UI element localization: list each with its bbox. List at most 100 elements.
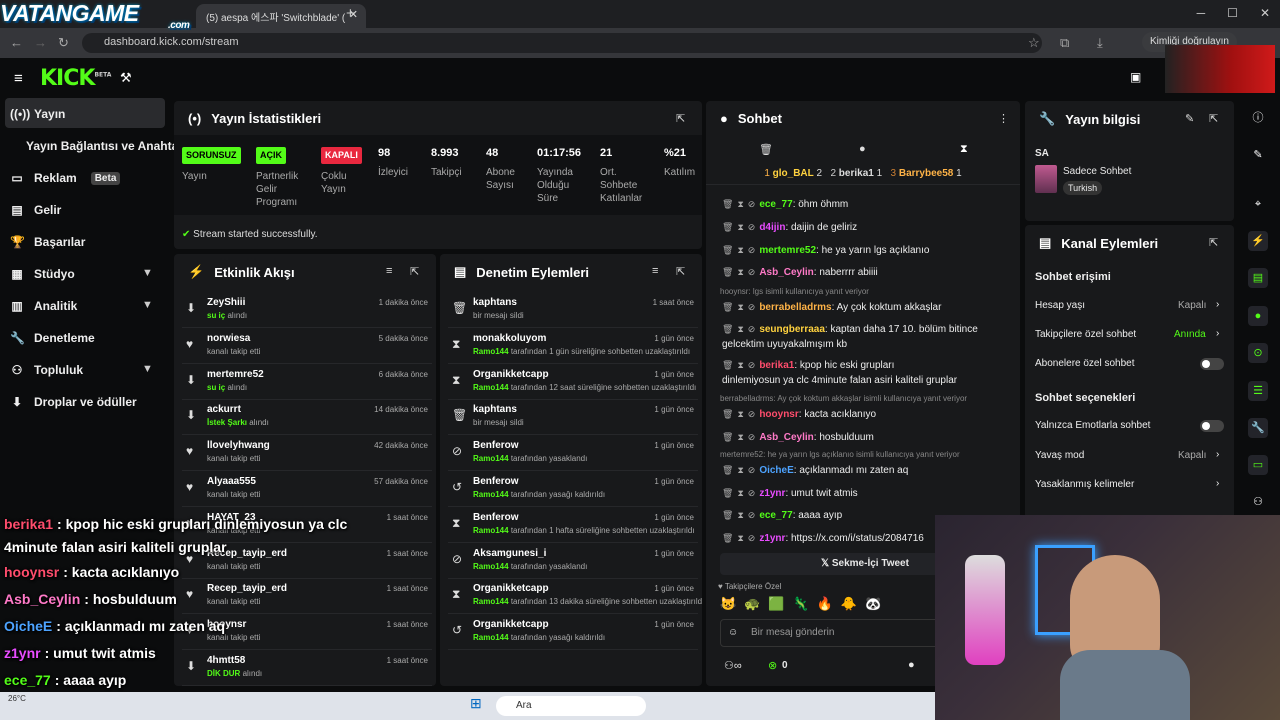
more-icon[interactable]: ⋮ (998, 112, 1009, 125)
delete-message-icon[interactable]: 🗑 (722, 510, 733, 520)
list-item-name[interactable]: ZeyShiii (207, 297, 245, 308)
list-item[interactable]: ⊘ Benferow Ramo144 tarafından yasaklandı… (448, 437, 698, 472)
chat-message[interactable]: 🗑 ⧗ ⊘ OicheE: açıklanmadı mı zaten aq (722, 463, 1012, 478)
list-item-name[interactable]: kaphtans (473, 404, 517, 415)
timeout-icon[interactable]: ⧗ (737, 324, 743, 334)
windows-start-icon[interactable]: ⊞ (470, 695, 482, 712)
ban-icon[interactable]: ⊘ (748, 465, 756, 475)
delete-message-icon[interactable]: 🗑 (722, 302, 733, 312)
taskbar-search[interactable]: Ara (496, 696, 646, 716)
sidebar-item-analitik[interactable]: ▥ Analitik (10, 299, 77, 313)
timeout-icon[interactable]: ⧗ (737, 432, 743, 442)
list-item[interactable]: ⧗ monakkoluyom Ramo144 tarafından 1 gün … (448, 330, 698, 364)
list-item-name[interactable]: Benferow (473, 476, 519, 487)
ban-icon[interactable]: ⊘ (748, 533, 756, 543)
ban-icon[interactable]: ⊘ (748, 199, 756, 209)
list-item[interactable]: ♥ Alyaaa555 kanalı takip etti 57 dakika … (182, 473, 432, 507)
delete-message-icon[interactable]: 🗑 (722, 360, 733, 370)
tools-icon[interactable]: ⚒ (120, 70, 132, 86)
emote-only-toggle[interactable] (1200, 420, 1224, 432)
chat-message[interactable]: 🗑 ⧗ ⊘ Asb_Ceylin: hosbulduum (722, 430, 1012, 445)
chevron-down-icon[interactable]: ▼ (142, 299, 153, 311)
ban-icon[interactable]: ⊘ (748, 510, 756, 520)
category-name[interactable]: Sadece Sohbet (1063, 166, 1131, 177)
filter-icon[interactable]: ≡ (652, 265, 658, 277)
list-item[interactable]: ⬇ ZeyShiii su iç alındı 1 dakika önce (182, 294, 432, 328)
window-icon[interactable]: ▭ (1248, 455, 1268, 475)
bookmark-star-icon[interactable]: ☆ (1028, 35, 1040, 51)
chat-username[interactable]: seungberraaa (759, 324, 825, 335)
delete-message-icon[interactable]: 🗑 (722, 222, 733, 232)
list-item-name[interactable]: mertemre52 (207, 369, 264, 380)
list-item[interactable]: ⬇ mertemre52 su iç alındı 6 dakika önce (182, 366, 432, 400)
chevron-down-icon[interactable]: ▼ (142, 363, 153, 375)
chat-message[interactable]: 🗑 ⧗ ⊘ hooynsr: kacta acıklanıyo (722, 407, 1012, 422)
chat-message[interactable]: 🗑 ⧗ ⊘ d4ijin: daijin de geliriz (722, 220, 1012, 235)
menu-icon[interactable]: ≡ (14, 70, 23, 87)
filter-icon[interactable]: ≡ (386, 265, 392, 277)
timeout-icon[interactable]: ⧗ (737, 533, 743, 543)
account-age-label[interactable]: Hesap yaşı (1035, 300, 1085, 311)
list-item-name[interactable]: kaphtans (473, 297, 517, 308)
list-item[interactable]: ↺ Organikketcapp Ramo144 tarafından yasa… (448, 616, 698, 651)
list-item-name[interactable]: ackurrt (207, 404, 241, 415)
list-item[interactable]: ⬇ ackurrt İstek Şarkı alındı 14 dakika ö… (182, 401, 432, 436)
document-icon[interactable]: ▤ (1248, 268, 1268, 288)
bolt-icon[interactable]: ⚡ (1248, 231, 1268, 251)
chat-username[interactable]: ece_77 (759, 199, 792, 210)
chat-username[interactable]: berika1 (759, 360, 794, 371)
chat-message[interactable]: 🗑 ⧗ ⊘ berika1: kpop hic eski grupları dinlem… (722, 358, 1012, 388)
chat-message[interactable]: 🗑 ⧗ ⊘ Asb_Ceylin: naberrrr abiiii (722, 265, 1012, 280)
delete-message-icon[interactable]: 🗑 (722, 533, 733, 543)
back-icon[interactable]: ← (10, 35, 23, 50)
sidebar-item-stream-key[interactable]: Yayın Bağlantısı ve Anahtarı (26, 139, 186, 153)
chat-username[interactable]: z1ynr (759, 533, 785, 544)
wrench-icon[interactable]: 🔧 (1248, 418, 1268, 438)
timeout-icon[interactable]: ⧗ (737, 222, 743, 232)
browser-tab[interactable]: (5) aespa 에스파 'Switchblade' (✕ (196, 4, 366, 28)
chat-username[interactable]: berrabelladrms (759, 302, 831, 313)
list-item[interactable]: ⊘ Aksamgunesi_i Ramo144 tarafından yasak… (448, 545, 698, 579)
sidebar-item-studyo[interactable]: ▦ Stüdyo (10, 267, 74, 281)
kick-logo[interactable]: KICKBETA (40, 66, 111, 91)
sidebar-item-droplar[interactable]: ⬇ Droplar ve ödüller (10, 395, 137, 409)
sidebar-item-basarilar[interactable]: 🏆 Başarılar (10, 235, 85, 249)
chat-username[interactable]: OicheE (759, 465, 793, 476)
emoji-icon[interactable]: ☺ (728, 627, 738, 638)
ban-icon[interactable]: ⊘ (748, 409, 756, 419)
chat-username[interactable]: d4ijin (759, 222, 785, 233)
timeout-icon[interactable]: ⧗ (737, 488, 743, 498)
emote-row[interactable]: 😺🐢🟩🦎🔥🐥🐼 (720, 596, 889, 612)
target-icon[interactable]: ⌖ (1248, 194, 1268, 214)
followers-only-chat-label[interactable]: Takipçilere özel sohbet (1035, 329, 1136, 340)
delete-message-icon[interactable]: 🗑 (722, 409, 733, 419)
broadcast-icon[interactable]: ⊙ (1248, 343, 1268, 363)
ban-icon[interactable]: ⊘ (748, 245, 756, 255)
popout-icon[interactable]: ⇱ (676, 265, 685, 278)
ban-icon[interactable]: ⊘ (748, 267, 756, 277)
list-item-name[interactable]: monakkoluyom (473, 333, 546, 344)
new-tab-icon[interactable]: + (346, 5, 355, 22)
chat-username[interactable]: Asb_Ceylin (759, 267, 813, 278)
list-item[interactable]: ⧗ Organikketcapp Ramo144 tarafından 13 d… (448, 580, 702, 615)
delete-message-icon[interactable]: 🗑 (722, 324, 733, 334)
delete-message-icon[interactable]: 🗑 (722, 245, 733, 255)
extensions-icon[interactable]: ⧉ (1060, 35, 1069, 51)
popout-icon[interactable]: ⇱ (1209, 236, 1218, 249)
list-item-name[interactable]: Organikketcapp (473, 369, 549, 380)
banned-words-label[interactable]: Yasaklanmış kelimeler (1035, 479, 1134, 490)
trash-icon[interactable]: 🗑 (759, 143, 773, 156)
timeout-icon[interactable]: ⧗ (737, 245, 743, 255)
ban-icon[interactable]: ⊘ (748, 488, 756, 498)
chat-settings-icon[interactable]: ● (908, 659, 915, 671)
timeout-icon[interactable]: ⧗ (737, 409, 743, 419)
chat-message[interactable]: 🗑 ⧗ ⊘ seungberraaa: kaptan daha 17 10. bölü… (722, 322, 1012, 352)
chevron-down-icon[interactable]: ▼ (142, 267, 153, 279)
delete-message-icon[interactable]: 🗑 (722, 465, 733, 475)
delete-message-icon[interactable]: 🗑 (722, 488, 733, 498)
popout-icon[interactable]: ⇱ (676, 112, 685, 125)
list-item-name[interactable]: Benferow (473, 512, 519, 523)
ban-icon[interactable]: ⊘ (748, 324, 756, 334)
timeout-icon[interactable]: ⧗ (737, 267, 743, 277)
sidebar-item-yayin[interactable]: ((•)) Yayın (10, 107, 65, 121)
